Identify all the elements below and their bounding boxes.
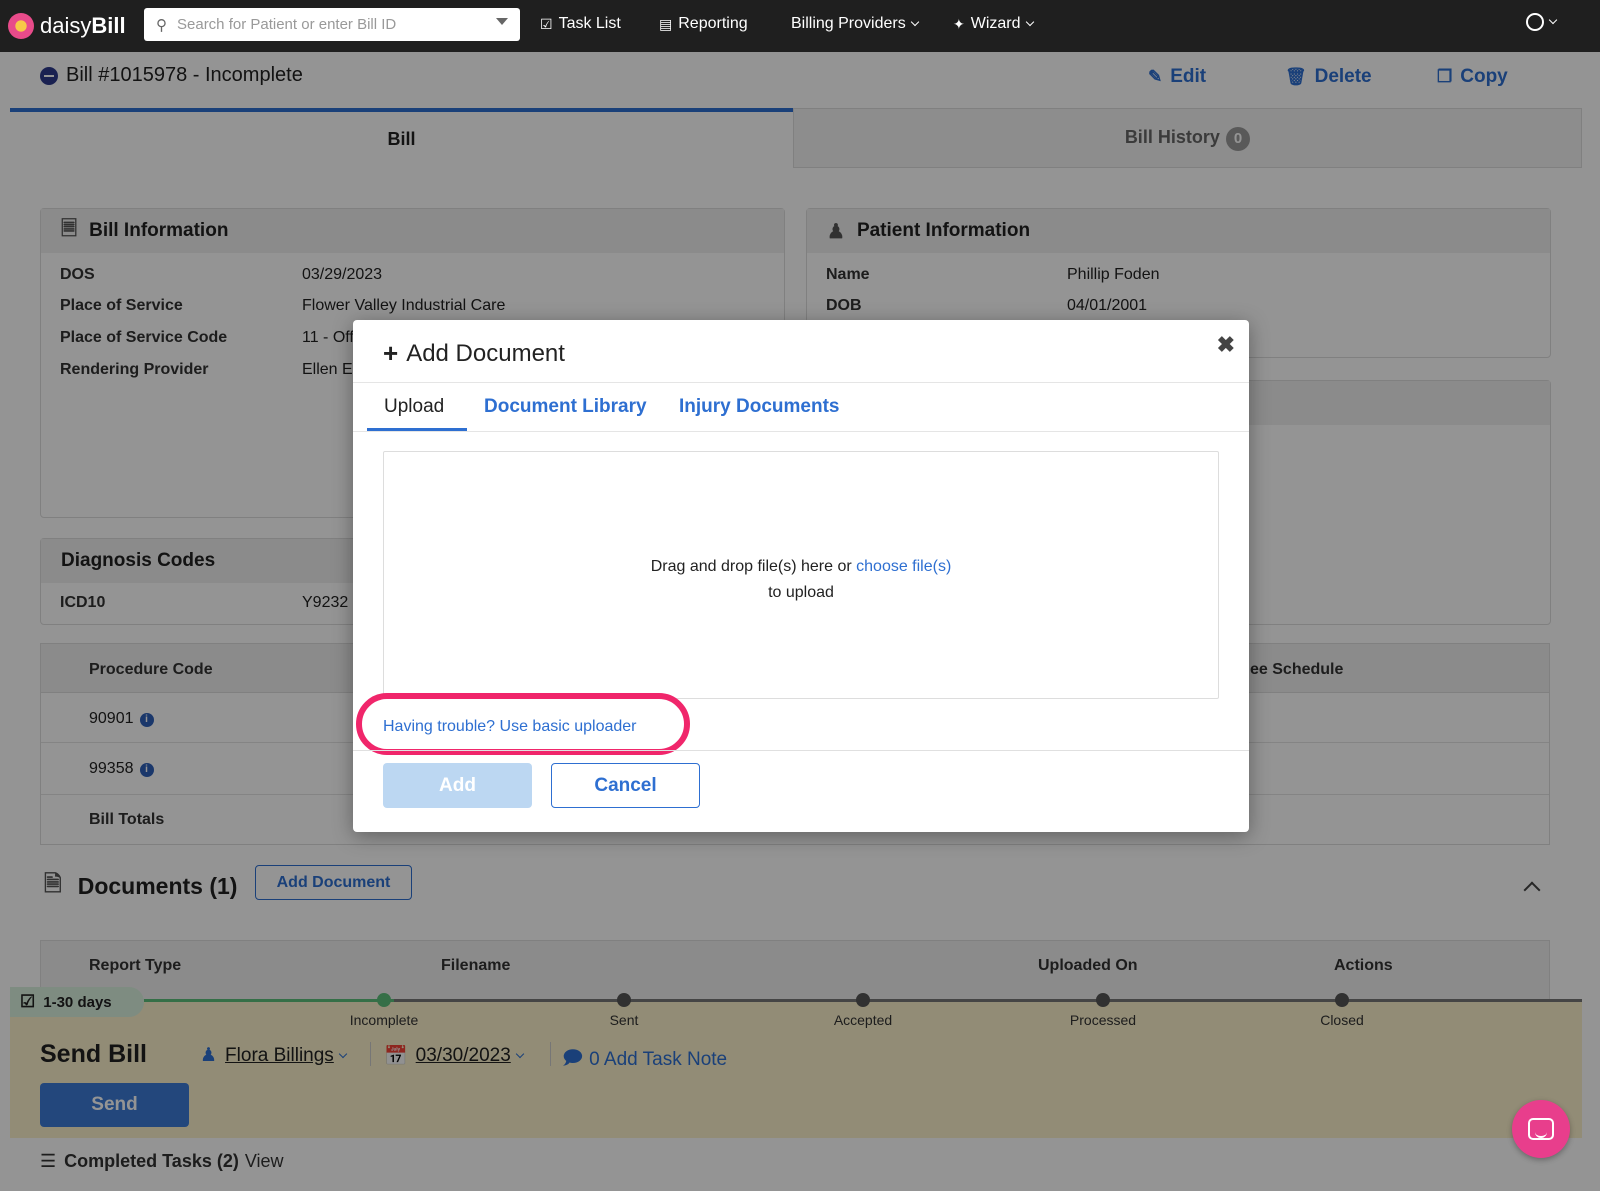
nav-wizard[interactable]: ✦ Wizard bbox=[953, 15, 1034, 33]
plus-icon: + bbox=[383, 338, 399, 368]
brand-name-b: Bill bbox=[91, 13, 126, 38]
close-icon[interactable]: ✖ bbox=[1217, 332, 1235, 358]
magic-wand-icon: ✦ bbox=[953, 15, 965, 32]
search-icon: ⚲ bbox=[156, 16, 167, 34]
drop-text-2: to upload bbox=[768, 584, 834, 601]
nav-task-list-label: Task List bbox=[558, 15, 621, 32]
tab-injury-documents[interactable]: Injury Documents bbox=[679, 396, 839, 418]
nav-reporting[interactable]: ▤ Reporting bbox=[659, 15, 748, 33]
choose-files-link[interactable]: choose file(s) bbox=[856, 558, 951, 575]
nav-billing-providers-label: Billing Providers bbox=[791, 15, 906, 32]
basic-uploader-link[interactable]: Having trouble? Use basic uploader bbox=[383, 718, 636, 736]
nav-billing-providers[interactable]: Billing Providers bbox=[791, 15, 919, 33]
file-dropzone[interactable]: Drag and drop file(s) here or choose fil… bbox=[383, 451, 1219, 699]
chat-bubble-icon bbox=[1528, 1118, 1554, 1140]
add-button[interactable]: Add bbox=[383, 763, 532, 808]
daisy-flower-icon bbox=[8, 13, 34, 39]
modal-title-text: Add Document bbox=[406, 339, 565, 367]
brand-logo[interactable]: daisyBill bbox=[8, 13, 126, 39]
cancel-button[interactable]: Cancel bbox=[551, 763, 700, 808]
chevron-down-icon bbox=[910, 17, 919, 27]
search-placeholder: Search for Patient or enter Bill ID bbox=[177, 16, 397, 33]
modal-title: + Add Document bbox=[383, 338, 565, 369]
chat-launcher[interactable] bbox=[1512, 1100, 1570, 1158]
divider bbox=[353, 382, 1249, 383]
drop-text: Drag and drop file(s) here or bbox=[650, 558, 852, 575]
tab-document-library[interactable]: Document Library bbox=[484, 396, 647, 418]
bar-chart-icon: ▤ bbox=[659, 15, 673, 32]
user-avatar-icon bbox=[1526, 13, 1544, 31]
tab-upload[interactable]: Upload bbox=[384, 396, 444, 418]
brand-name-a: daisy bbox=[40, 13, 92, 38]
clipboard-check-icon: ☑ bbox=[540, 15, 553, 32]
divider bbox=[353, 750, 1249, 751]
nav-task-list[interactable]: ☑ Task List bbox=[540, 15, 621, 33]
add-document-modal: + Add Document ✖ Upload Document Library… bbox=[353, 320, 1249, 832]
chevron-down-icon bbox=[1025, 17, 1034, 27]
caret-down-icon[interactable] bbox=[496, 18, 508, 25]
search-input[interactable]: ⚲ Search for Patient or enter Bill ID bbox=[144, 8, 520, 41]
user-menu[interactable] bbox=[1526, 13, 1558, 31]
top-nav: daisyBill ⚲ Search for Patient or enter … bbox=[0, 0, 1600, 52]
chevron-down-icon bbox=[1548, 15, 1558, 25]
nav-wizard-label: Wizard bbox=[970, 15, 1021, 32]
divider bbox=[353, 431, 1249, 432]
nav-reporting-label: Reporting bbox=[678, 15, 748, 32]
